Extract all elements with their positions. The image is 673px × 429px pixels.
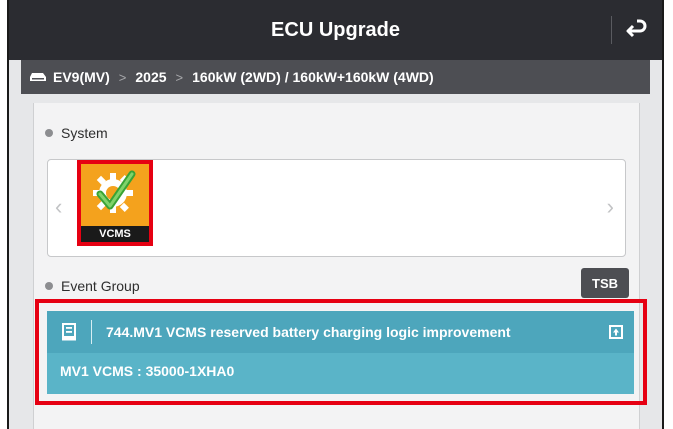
app-window: ECU Upgrade EV9(MV) > 2025 > 160kW (2WD)… [7, 0, 664, 429]
vcms-label: VCMS [81, 226, 149, 242]
system-section-header: System [34, 115, 639, 151]
event-group-heading: Event Group [61, 278, 140, 294]
carousel-next-button[interactable]: › [607, 194, 614, 220]
breadcrumb-separator: > [175, 69, 184, 85]
bullet-icon [45, 129, 53, 137]
vcms-system-tile[interactable]: VCMS [77, 160, 153, 246]
breadcrumb: EV9(MV) > 2025 > 160kW (2WD) / 160kW+160… [21, 60, 650, 94]
car-icon [29, 71, 47, 83]
tsb-button[interactable]: TSB [581, 268, 629, 298]
return-arrow-icon [626, 19, 647, 38]
event-detail: MV1 VCMS : 35000-1XHA0 [60, 363, 235, 379]
bullet-icon [45, 282, 53, 290]
gear-checkmark-icon [81, 168, 149, 226]
page-title: ECU Upgrade [271, 18, 400, 41]
carousel-prev-button[interactable]: ‹ [55, 194, 62, 220]
event-divider [91, 320, 92, 344]
event-item[interactable]: 744.MV1 VCMS reserved battery charging l… [47, 311, 634, 394]
breadcrumb-separator: > [118, 69, 127, 85]
title-bar: ECU Upgrade [9, 0, 662, 60]
back-button[interactable] [622, 15, 652, 45]
breadcrumb-model[interactable]: EV9(MV) [53, 69, 110, 85]
event-item-header: 744.MV1 VCMS reserved battery charging l… [47, 311, 634, 353]
event-title: 744.MV1 VCMS reserved battery charging l… [106, 324, 511, 340]
breadcrumb-year[interactable]: 2025 [135, 69, 166, 85]
breadcrumb-engine[interactable]: 160kW (2WD) / 160kW+160kW (4WD) [192, 69, 434, 85]
document-icon [47, 323, 91, 341]
header-divider [611, 16, 612, 44]
system-heading: System [61, 125, 108, 141]
expand-icon[interactable] [598, 325, 634, 339]
